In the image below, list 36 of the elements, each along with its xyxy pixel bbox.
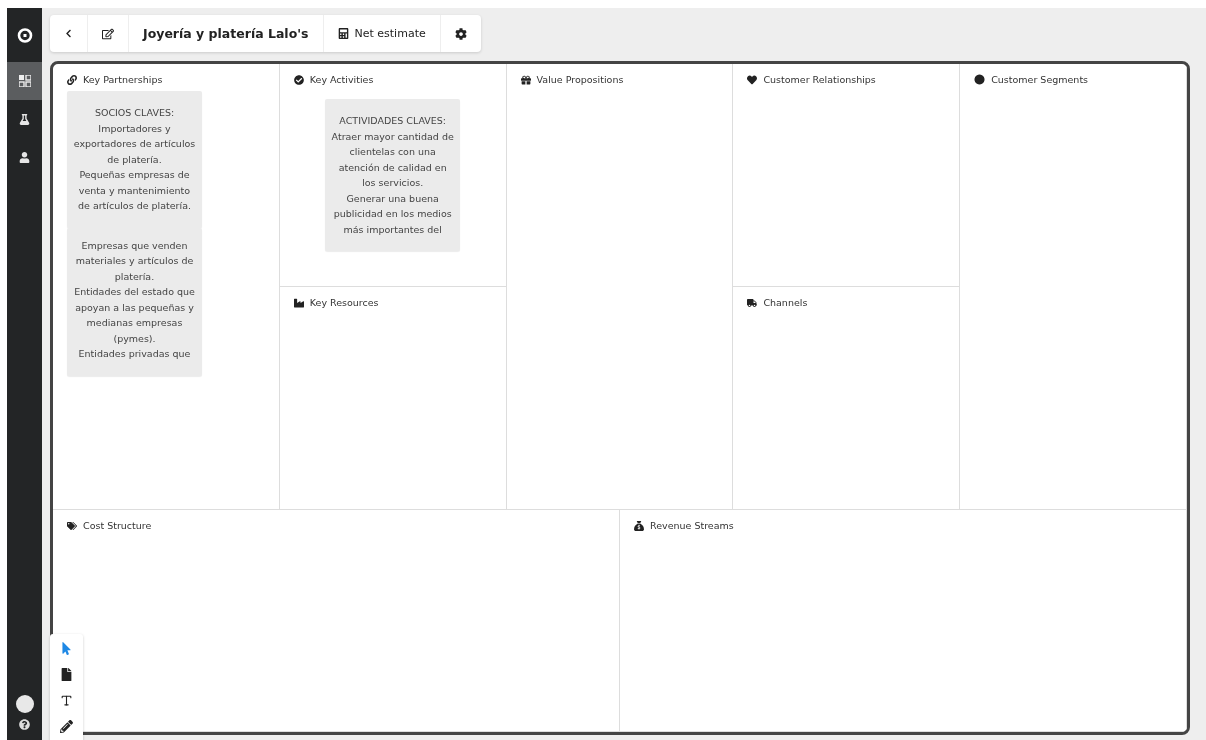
factory-icon — [293, 297, 304, 308]
edit-icon — [102, 27, 114, 40]
block-title: Key Partnerships — [83, 74, 163, 85]
sticky-note[interactable]: Empresas que venden materiales y artículos de platería. Entidades del estado que apoyan a las pequeñas y medianas empresas (pymes). Entidades privadas que — [67, 227, 202, 376]
user-icon — [19, 151, 30, 163]
tags-icon — [67, 520, 77, 531]
pencil-icon — [60, 719, 73, 733]
calculator-icon — [337, 28, 349, 39]
pointer-icon — [60, 641, 73, 655]
project-title: Joyería y platería Lalo's — [129, 15, 324, 52]
grid-icon — [18, 75, 31, 87]
truck-icon — [747, 297, 758, 308]
block-title: Revenue Streams — [650, 520, 734, 531]
sticky-note[interactable]: ACTIVIDADES CLAVES: Atraer mayor cantidad de clientelas con una atención de calidad en los servicios. Generar una buena publicidad en los medios más importantes del — [325, 99, 461, 251]
text-tool-icon — [60, 693, 73, 707]
block-title: Key Resources — [309, 297, 379, 308]
block-title: Cost Structure — [83, 520, 152, 531]
block-title: Customer Segments — [991, 74, 1089, 85]
sticky-note[interactable]: SOCIOS CLAVES: Importadores y exportadores de artículos de platería. Pequeñas empresas de venta y mantenimiento de artículos de platería. — [67, 91, 202, 228]
block-title: Channels — [763, 297, 808, 308]
heart-icon — [747, 74, 758, 85]
settings-icon — [454, 27, 467, 40]
money-bag-icon — [634, 520, 644, 531]
back-icon — [64, 29, 73, 38]
avatar[interactable] — [15, 695, 34, 713]
gift-icon — [520, 74, 531, 85]
tool-button[interactable] — [58, 718, 75, 734]
block-title: Customer Relationships — [763, 74, 876, 85]
flask-icon — [19, 113, 30, 125]
block-title: Value Propositions — [536, 74, 624, 85]
logo-icon — [16, 27, 33, 43]
help-icon[interactable] — [19, 719, 30, 730]
note-icon — [60, 667, 73, 681]
link-icon — [67, 74, 77, 85]
estimate-button[interactable]: Net estimate — [323, 15, 441, 52]
block-title: Key Activities — [309, 74, 374, 85]
